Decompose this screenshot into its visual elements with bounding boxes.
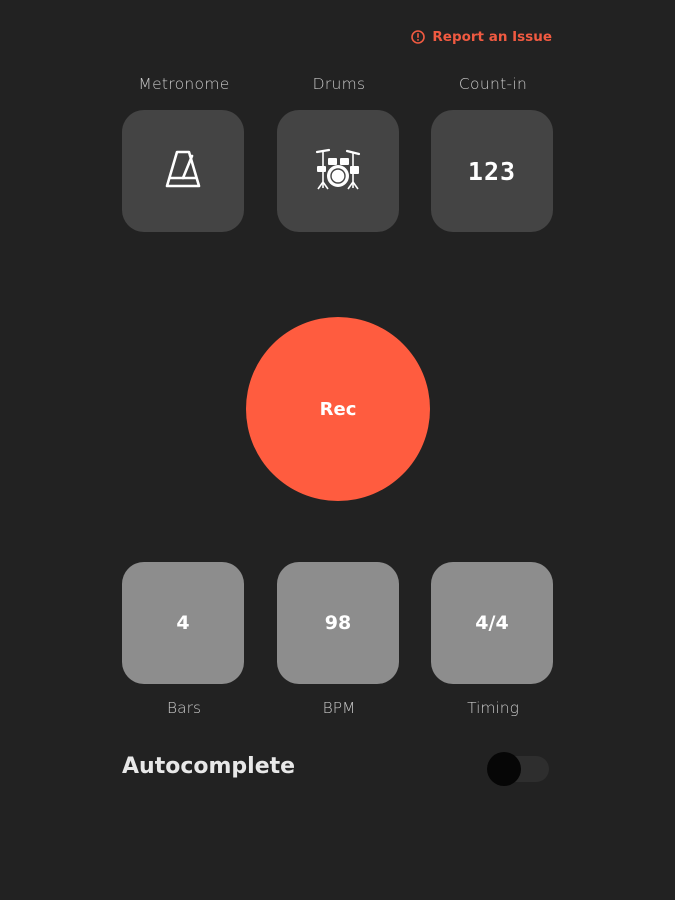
alert-circle-icon [411,30,426,44]
bars-value: 4 [176,612,190,634]
metronome-icon [163,148,203,194]
bpm-button[interactable]: 98 [277,562,399,684]
autocomplete-label: Autocomplete [122,754,296,779]
drums-button[interactable] [277,110,399,232]
toggle-thumb [487,752,521,786]
bars-button[interactable]: 4 [122,562,244,684]
count-in-icon: 123 [467,156,517,186]
timing-label: Timing [467,699,519,717]
count-in-button[interactable]: 123 [431,110,553,232]
timing-value: 4/4 [475,612,509,634]
drums-label: Drums [312,75,366,93]
report-issue-label: Report an Issue [432,29,552,45]
report-issue-link[interactable]: Report an Issue [411,29,552,45]
bars-label: Bars [166,699,202,717]
bpm-value: 98 [324,612,352,634]
metronome-button[interactable] [122,110,244,232]
drum-kit-icon [313,146,363,196]
autocomplete-toggle[interactable] [487,750,549,788]
record-button[interactable]: Rec [246,317,430,501]
metronome-label: Metronome [138,75,230,93]
record-label: Rec [319,398,357,420]
bpm-label: BPM [322,699,356,717]
timing-button[interactable]: 4/4 [431,562,553,684]
count-in-label: Count-in [458,75,528,93]
